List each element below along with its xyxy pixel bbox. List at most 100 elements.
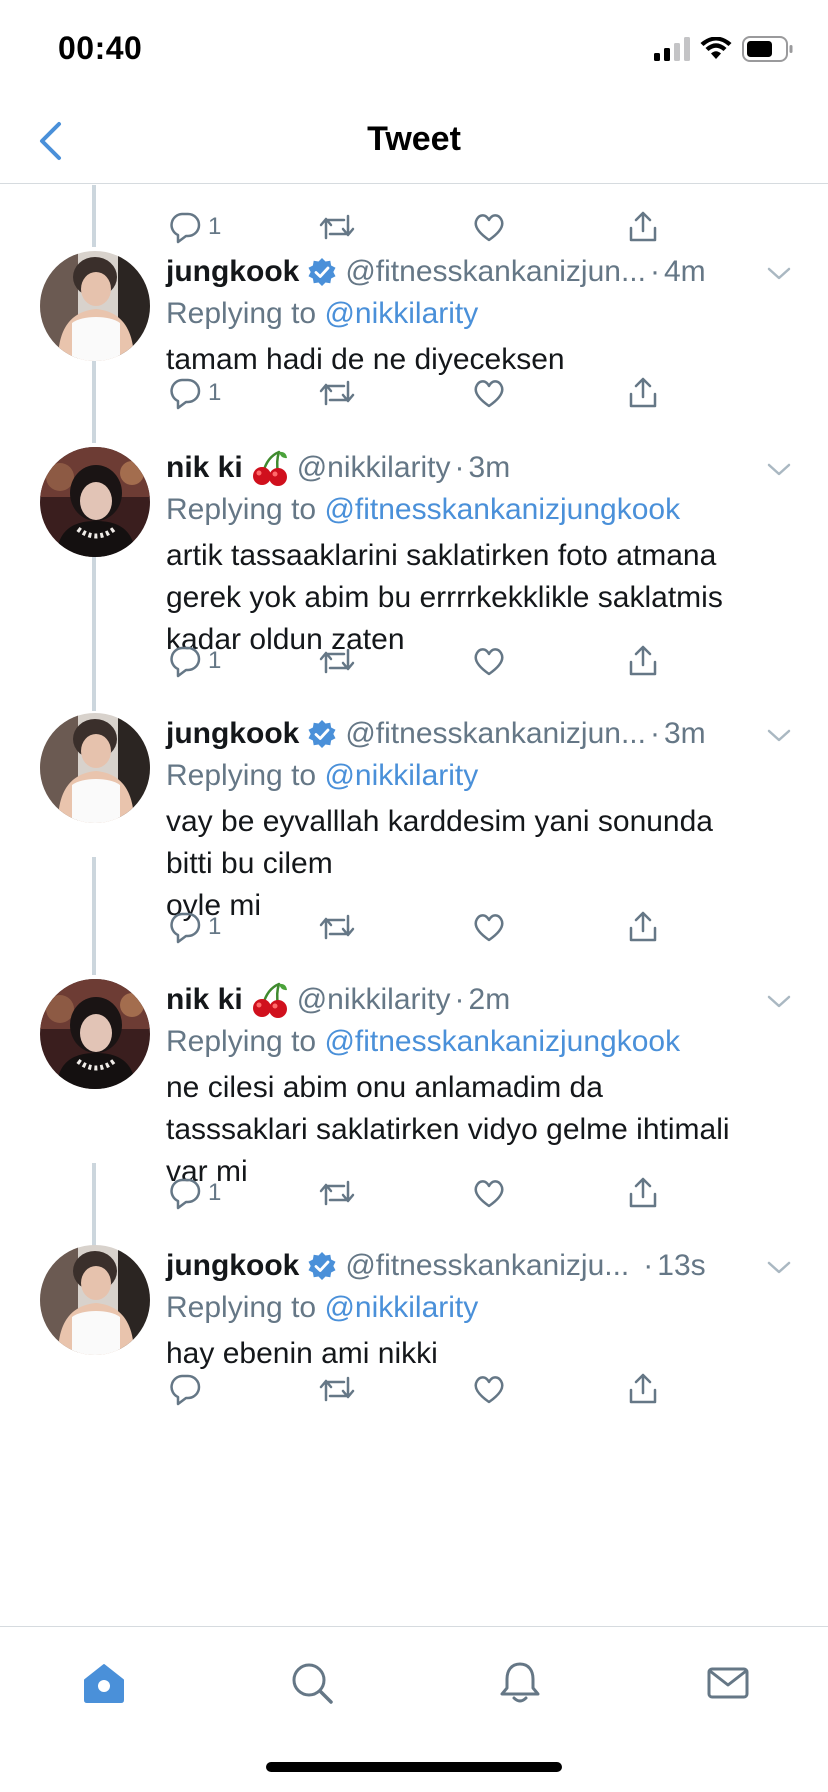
tweet-body: jungkook @fitnesskankanizju... · 13s Rep…: [166, 1245, 791, 1375]
reply-button[interactable]: 1: [168, 1173, 221, 1213]
chevron-down-icon[interactable]: [764, 1253, 794, 1283]
chevron-down-icon[interactable]: [764, 455, 794, 485]
tweet-actions: 1: [166, 1173, 666, 1213]
verified-badge-icon: [308, 1252, 336, 1280]
retweet-icon: [319, 1180, 355, 1206]
reply-icon: [170, 1178, 201, 1210]
tweet-time: 3m: [663, 717, 706, 750]
like-button[interactable]: [472, 207, 506, 247]
user-handle[interactable]: @nikkilarity: [297, 983, 451, 1017]
share-icon: [629, 1373, 657, 1404]
reply-icon: [170, 378, 201, 410]
share-button[interactable]: [626, 907, 660, 947]
retweet-button[interactable]: [318, 207, 356, 247]
replying-to-label: Replying to: [166, 493, 317, 526]
separator-dot: ·: [649, 717, 660, 750]
reply-button[interactable]: 1: [168, 907, 221, 947]
heart-icon: [474, 214, 504, 242]
chevron-down-icon[interactable]: [764, 987, 794, 1017]
like-button[interactable]: [472, 1369, 506, 1409]
reply-count: 1: [208, 647, 222, 674]
display-name[interactable]: nik ki: [166, 451, 243, 485]
like-button[interactable]: [472, 1173, 506, 1213]
verified-badge-icon: [308, 258, 336, 286]
heart-icon: [474, 380, 504, 408]
like-button[interactable]: [472, 907, 506, 947]
reply-icon: [170, 212, 201, 244]
share-button[interactable]: [626, 1173, 660, 1213]
display-name[interactable]: nik ki: [166, 983, 243, 1017]
separator-dot: ·: [454, 451, 465, 484]
avatar[interactable]: [40, 979, 150, 1089]
reply-button[interactable]: [168, 1369, 208, 1409]
heart-icon: [474, 914, 504, 942]
user-handle[interactable]: @fitnesskankanizju...: [345, 1249, 629, 1283]
user-handle[interactable]: @fitnesskankanizjun...: [345, 717, 646, 751]
display-name[interactable]: jungkook: [166, 717, 299, 751]
share-button[interactable]: [626, 641, 660, 681]
replying-to: Replying to @nikkilarity: [166, 293, 788, 335]
tab-home[interactable]: [74, 1653, 134, 1713]
heart-icon: [474, 648, 504, 676]
separator-dot: ·: [643, 1249, 654, 1282]
page-title: Tweet: [367, 120, 461, 158]
tweet-header: nik ki @nikkilarity · 2m: [166, 979, 791, 1021]
user-handle[interactable]: @nikkilarity: [297, 451, 451, 485]
retweet-icon: [319, 914, 355, 940]
like-button[interactable]: [472, 641, 506, 681]
mention-link[interactable]: @fitnesskankanizjungkook: [324, 1025, 680, 1058]
retweet-button[interactable]: [318, 1369, 356, 1409]
avatar[interactable]: [40, 713, 150, 823]
retweet-icon: [319, 380, 355, 406]
chevron-down-icon[interactable]: [764, 721, 794, 751]
share-icon: [629, 645, 657, 676]
avatar[interactable]: [40, 1245, 150, 1355]
tab-notifications[interactable]: [490, 1653, 550, 1713]
replying-to: Replying to @fitnesskankanizjungkook: [166, 1021, 788, 1063]
avatar[interactable]: [40, 251, 150, 361]
mention-link[interactable]: @fitnesskankanizjungkook: [324, 493, 680, 526]
home-indicator[interactable]: [266, 1762, 562, 1772]
retweet-button[interactable]: [318, 907, 356, 947]
share-button[interactable]: [626, 207, 660, 247]
share-icon: [629, 211, 657, 242]
reply-button[interactable]: 1: [168, 207, 221, 247]
cherries-emoji-icon: [252, 982, 287, 1018]
share-button[interactable]: [626, 1369, 660, 1409]
chevron-down-icon[interactable]: [764, 259, 794, 289]
tab-search[interactable]: [282, 1653, 342, 1713]
tweet-time: 3m: [468, 451, 511, 484]
thread-connector: [92, 185, 96, 247]
retweet-button[interactable]: [318, 373, 356, 413]
home-icon: [84, 1664, 124, 1703]
avatar[interactable]: [40, 447, 150, 557]
tab-messages[interactable]: [698, 1653, 758, 1713]
replying-to-label: Replying to: [166, 297, 317, 330]
reply-icon: [170, 646, 201, 678]
reply-button[interactable]: 1: [168, 373, 221, 413]
heart-icon: [474, 1376, 504, 1404]
tab-bar: [0, 1626, 828, 1792]
reply-button[interactable]: 1: [168, 641, 221, 681]
display-name[interactable]: jungkook: [166, 255, 299, 289]
mention-link[interactable]: @nikkilarity: [324, 297, 478, 330]
mention-link[interactable]: @nikkilarity: [324, 1291, 478, 1324]
like-button[interactable]: [472, 373, 506, 413]
replying-to-label: Replying to: [166, 1291, 317, 1324]
tweet-header: jungkook @fitnesskankanizjun... · 4m: [166, 251, 791, 293]
share-button[interactable]: [626, 373, 660, 413]
display-name[interactable]: jungkook: [166, 1249, 299, 1283]
user-handle[interactable]: @fitnesskankanizjun...: [345, 255, 646, 289]
tweet-actions: 1: [166, 641, 666, 681]
retweet-icon: [319, 214, 355, 240]
mention-link[interactable]: @nikkilarity: [324, 759, 478, 792]
replying-to-label: Replying to: [166, 759, 317, 792]
tweet-body: jungkook @fitnesskankanizjun... · 4m Rep…: [166, 251, 791, 381]
retweet-button[interactable]: [318, 641, 356, 681]
retweet-button[interactable]: [318, 1173, 356, 1213]
share-icon: [629, 1177, 657, 1208]
tweet-time: 13s: [657, 1249, 706, 1282]
tweet-thread[interactable]: 1 jungkook @fitnesskankanizjun... · 4m R…: [0, 185, 828, 1625]
signal-icon: [654, 37, 690, 61]
retweet-icon: [319, 648, 355, 674]
